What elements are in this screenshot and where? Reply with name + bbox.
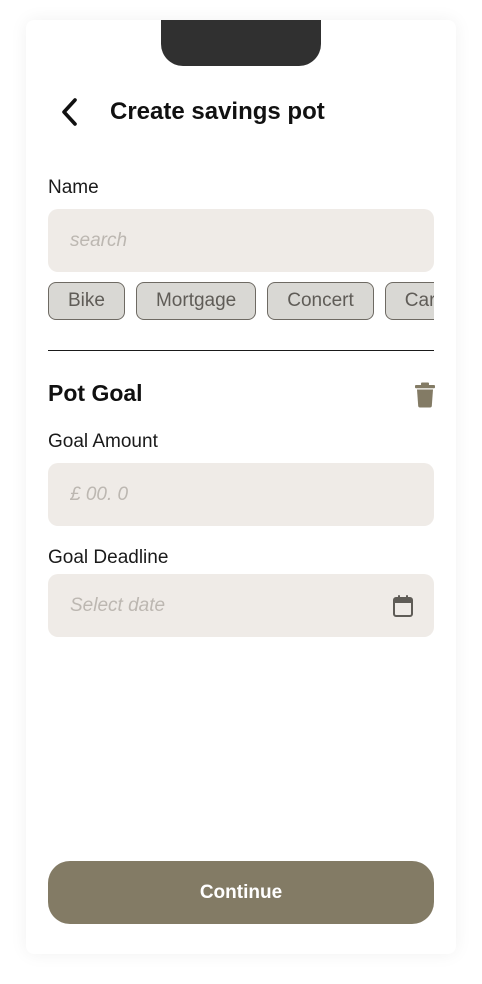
delete-goal-button[interactable] [414, 382, 436, 408]
trash-icon [415, 382, 435, 408]
goal-amount-label: Goal Amount [48, 431, 158, 452]
name-suggestions: Bike Mortgage Concert Car [48, 282, 434, 322]
suggestion-chip-mortgage[interactable]: Mortgage [135, 282, 257, 320]
suggestion-chip-concert[interactable]: Concert [267, 282, 374, 320]
header: Create savings pot [60, 94, 325, 130]
page-title: Create savings pot [110, 98, 325, 125]
name-search-input[interactable] [68, 228, 414, 253]
pot-goal-title: Pot Goal [48, 380, 143, 406]
name-label: Name [48, 177, 99, 198]
phone-screen: Create savings pot Name Bike Mortgage Co… [26, 20, 456, 954]
name-field[interactable] [48, 209, 434, 272]
device-notch [161, 20, 321, 66]
goal-deadline-input[interactable] [68, 593, 414, 618]
suggestion-chip-bike[interactable]: Bike [48, 282, 125, 320]
goal-amount-input[interactable] [68, 482, 414, 507]
goal-amount-field[interactable] [48, 463, 434, 526]
back-button[interactable] [60, 94, 90, 130]
goal-deadline-field[interactable] [48, 574, 434, 637]
suggestion-chip-car[interactable]: Car [384, 282, 434, 320]
goal-deadline-label: Goal Deadline [48, 547, 169, 568]
continue-button[interactable]: Continue [48, 861, 434, 924]
chevron-left-icon [62, 98, 77, 126]
section-divider [48, 350, 434, 351]
calendar-icon[interactable] [392, 594, 414, 618]
